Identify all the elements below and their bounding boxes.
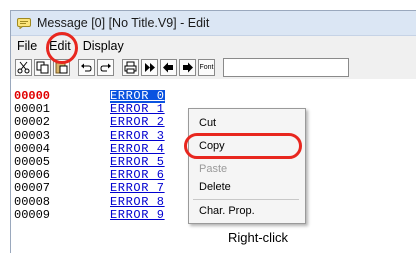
window-title: Message [0] [No Title.V9] - Edit	[37, 16, 210, 30]
print-icon	[124, 61, 137, 73]
context-item-delete[interactable]: Delete	[199, 181, 231, 193]
previous-button[interactable]	[160, 58, 177, 76]
jump-button[interactable]	[141, 58, 158, 76]
context-item-char-prop[interactable]: Char. Prop.	[199, 205, 255, 217]
print-button[interactable]	[122, 58, 139, 76]
context-item-cut[interactable]: Cut	[199, 117, 216, 129]
copy-highlight-outline	[184, 133, 302, 159]
message-row[interactable]: ERROR 4	[110, 142, 165, 156]
message-icon	[17, 17, 31, 30]
context-item-paste: Paste	[199, 163, 228, 175]
undo-icon	[81, 63, 92, 71]
address-column: 00000 00001 00002 00003 00004 00005 0000…	[14, 89, 50, 222]
menu-display[interactable]: Display	[83, 39, 124, 53]
message-row[interactable]: ERROR 3	[110, 129, 165, 143]
redo-button[interactable]	[97, 58, 114, 76]
right-arrow-icon	[183, 62, 193, 72]
context-menu: Cut Copy Paste Delete Char. Prop.	[188, 108, 306, 224]
cut-button[interactable]	[15, 58, 32, 76]
right-click-caption: Right-click	[228, 230, 288, 245]
message-row[interactable]: ERROR 2	[110, 116, 165, 129]
jump-icon	[145, 62, 155, 72]
redo-icon	[100, 63, 111, 71]
menu-file[interactable]: File	[17, 39, 37, 53]
next-button[interactable]	[179, 58, 196, 76]
left-arrow-icon	[163, 62, 173, 72]
address-row[interactable]: 00004	[14, 142, 50, 156]
address-row[interactable]: 00008	[14, 195, 50, 209]
font-button[interactable]: Font	[198, 58, 215, 76]
title-bar: Message [0] [No Title.V9] - Edit	[11, 11, 416, 36]
message-row[interactable]: ERROR 9	[110, 208, 165, 222]
address-row[interactable]: 00002	[14, 116, 50, 129]
message-row[interactable]: ERROR 8	[110, 195, 165, 209]
undo-button[interactable]	[78, 58, 95, 76]
address-row[interactable]: 00007	[14, 182, 50, 195]
copy-button[interactable]	[34, 58, 51, 76]
menu-separator	[193, 199, 299, 200]
address-row[interactable]: 00009	[14, 208, 50, 222]
message-row[interactable]: ERROR 7	[110, 182, 165, 195]
cut-icon	[17, 61, 30, 73]
message-column: ERROR 0 ERROR 1 ERROR 2 ERROR 3 ERROR 4 …	[110, 89, 165, 222]
toolbar-text-field[interactable]	[223, 57, 349, 77]
copy-button-highlight-circle	[46, 32, 78, 64]
address-row[interactable]: 00003	[14, 129, 50, 143]
copy-icon	[36, 61, 49, 73]
